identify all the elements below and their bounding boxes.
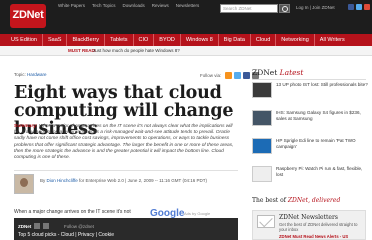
news-item[interactable]: HP Sprigle Edi line to remain 'Pat TWO c…: [252, 138, 368, 156]
nav-item-saas[interactable]: SaaS: [43, 34, 68, 46]
social-icons: [348, 4, 370, 10]
sidebar-heading: ZDNet Latest: [252, 68, 303, 77]
nav-item-big-data[interactable]: Big Data: [219, 34, 251, 46]
author-link[interactable]: Dion Hinchcliffe: [47, 178, 78, 183]
logo-text: ZDNet: [12, 9, 44, 21]
topic-link[interactable]: Hardware: [27, 72, 47, 77]
play-icon[interactable]: [34, 223, 40, 229]
newsletter-title: ZDNet Newsletters: [279, 214, 338, 221]
article-summary: Summary: When a major change arrives on …: [14, 124, 238, 161]
newsletter-checkbox-label[interactable]: ZDNet Must Read News Alerts - US: [279, 234, 348, 239]
search-icon[interactable]: [279, 4, 290, 13]
rss-icon[interactable]: [225, 72, 233, 79]
news-headline[interactable]: Raspberry Pi: Watch Pi run & fast, flexi…: [276, 166, 368, 177]
google-ad-sub[interactable]: Ads by Google: [184, 211, 210, 216]
zdnet-logo[interactable]: ZDNet: [10, 4, 46, 28]
sidebar-heading-prefix: ZDNet: [252, 68, 278, 77]
video-title: Top 5 cloud picks - Cloud | Privacy | Co…: [18, 232, 114, 238]
sidebar-heading-suffix: Latest: [279, 68, 304, 77]
must-read-link[interactable]: Just how much do people hate Windows 8?: [93, 48, 180, 53]
toplink-newsletters[interactable]: Newsletters: [176, 3, 200, 8]
byline: By Dion Hinchcliffe for Enterprise Web 2…: [40, 178, 207, 183]
toplink-white-papers[interactable]: White Papers: [58, 3, 85, 8]
byline-divider: [14, 170, 238, 171]
summary-label: Summary:: [14, 124, 38, 129]
video-meta[interactable]: Follow @zdnet: [64, 224, 94, 229]
toplink-downloads[interactable]: Downloads: [122, 3, 144, 8]
twitter-icon[interactable]: [356, 4, 362, 10]
nav-item-blackberry[interactable]: BlackBerry: [67, 34, 106, 46]
nav-item-tablets[interactable]: Tablets: [105, 34, 134, 46]
nav-item-cio[interactable]: CIO: [134, 34, 155, 46]
best-prefix: The best of: [252, 197, 286, 204]
news-thumbnail[interactable]: [252, 82, 272, 98]
video-controls: [34, 223, 49, 229]
nav-item-networking[interactable]: Networking: [276, 34, 315, 46]
topic-line: Topic: Hardware: [14, 72, 47, 77]
newsletter-subtitle: Get the best of ZDNet delivered straight…: [279, 222, 358, 232]
news-thumbnail[interactable]: [252, 166, 272, 182]
envelope-icon: [257, 215, 275, 228]
search-input[interactable]: Search ZDNet: [220, 4, 278, 13]
follow-label: Follow via:: [200, 73, 222, 78]
video-chip: ZDNet: [18, 224, 32, 229]
toplink-tech-topics[interactable]: Tech Topics: [92, 3, 115, 8]
must-read-bar: MUST READ: Just how much do people hate …: [0, 46, 372, 56]
google-plus-icon[interactable]: [364, 4, 370, 10]
facebook-follow-icon[interactable]: [243, 72, 251, 79]
summary-text: When a major change arrives on the IT sc…: [14, 124, 234, 161]
byline-meta: for Enterprise Web 2.0 | June 2, 2009 --…: [78, 178, 207, 183]
nav-item-all-writers[interactable]: All Writers: [315, 34, 350, 46]
newsletter-box: ZDNet Newsletters Get the best of ZDNet …: [252, 210, 366, 240]
twitter-follow-icon[interactable]: [234, 72, 242, 79]
site-header: ZDNet White Papers Tech Topics Downloads…: [0, 0, 372, 34]
news-headline[interactable]: IHS: Samsung Galaxy S4 figures in $236, …: [276, 110, 368, 121]
follow-bar: Follow via:: [200, 72, 260, 79]
top-links: White Papers Tech Topics Downloads Revie…: [58, 3, 199, 8]
main-nav: US Edition SaaS BlackBerry Tablets CIO B…: [0, 34, 372, 46]
news-thumbnail[interactable]: [252, 110, 272, 126]
nav-item-cloud[interactable]: Cloud: [251, 34, 277, 46]
news-item[interactable]: Raspberry Pi: Watch Pi run & fast, flexi…: [252, 166, 368, 184]
share-icon[interactable]: [43, 223, 49, 229]
must-read-label: MUST READ:: [68, 48, 97, 53]
article-intro: When a major change arrives on the IT sc…: [14, 209, 131, 215]
nav-item-byod[interactable]: BYOD: [154, 34, 181, 46]
facebook-icon[interactable]: [348, 4, 354, 10]
best-of-heading: The best of ZDNet, delivered: [252, 197, 340, 204]
news-headline[interactable]: 13 UP photo IST lost: Still professional…: [276, 82, 368, 88]
news-thumbnail[interactable]: [252, 138, 272, 154]
news-item[interactable]: IHS: Samsung Galaxy S4 figures in $236, …: [252, 110, 368, 128]
news-item[interactable]: 13 UP photo IST lost: Still professional…: [252, 82, 368, 100]
news-headline[interactable]: HP Sprigle Edi line to remain 'Pat TWO c…: [276, 138, 368, 149]
toplink-reviews[interactable]: Reviews: [152, 3, 169, 8]
nav-item-us-edition[interactable]: US Edition: [6, 34, 43, 46]
author-avatar[interactable]: [14, 174, 34, 194]
best-brand: ZDNet, delivered: [287, 197, 341, 204]
topic-label: Topic:: [14, 72, 26, 77]
byline-by: By: [40, 178, 46, 183]
sidebar-divider: [252, 79, 366, 80]
video-player[interactable]: ZDNet Follow @zdnet Top 5 cloud picks - …: [14, 218, 238, 240]
nav-item-windows-8[interactable]: Windows 8: [181, 34, 219, 46]
login-links[interactable]: Log In | Join ZDNet: [296, 5, 335, 10]
